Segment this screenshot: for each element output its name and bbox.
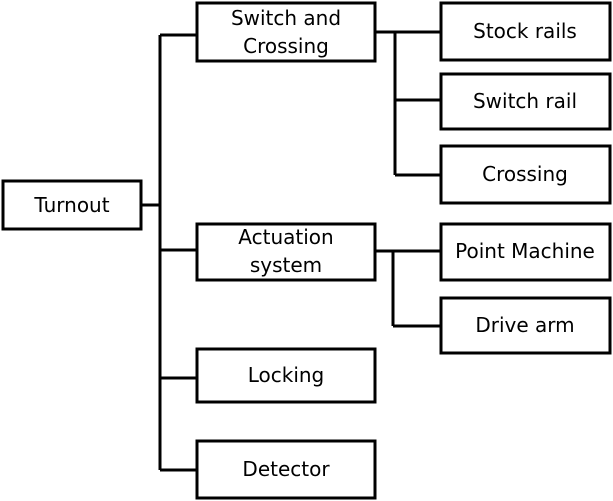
- node-label: Actuation: [238, 225, 333, 249]
- node-label: Stock rails: [473, 19, 577, 43]
- node-detector: Detector: [195, 439, 377, 500]
- node-label: system: [250, 253, 322, 277]
- node-label: Crossing: [482, 162, 568, 186]
- node-point-machine: Point Machine: [439, 222, 612, 282]
- node-label: Locking: [248, 363, 325, 387]
- node-switch-and-crossing: Switch and Crossing: [195, 1, 377, 63]
- node-label: Point Machine: [455, 239, 595, 263]
- node-locking: Locking: [195, 347, 377, 404]
- node-stock-rails: Stock rails: [439, 1, 612, 62]
- node-label: Detector: [242, 457, 330, 481]
- node-switch-rail: Switch rail: [439, 72, 612, 131]
- node-label: Drive arm: [475, 313, 574, 337]
- turnout-hierarchy-diagram: Turnout Switch and Crossing Actuation sy…: [1, 1, 612, 500]
- node-label: Crossing: [243, 34, 329, 58]
- node-actuation-system: Actuation system: [195, 222, 377, 282]
- node-turnout: Turnout: [1, 179, 143, 231]
- node-label: Turnout: [33, 193, 109, 217]
- node-crossing: Crossing: [439, 144, 612, 205]
- node-label: Switch and: [231, 6, 341, 30]
- node-drive-arm: Drive arm: [439, 296, 612, 355]
- node-label: Switch rail: [473, 89, 577, 113]
